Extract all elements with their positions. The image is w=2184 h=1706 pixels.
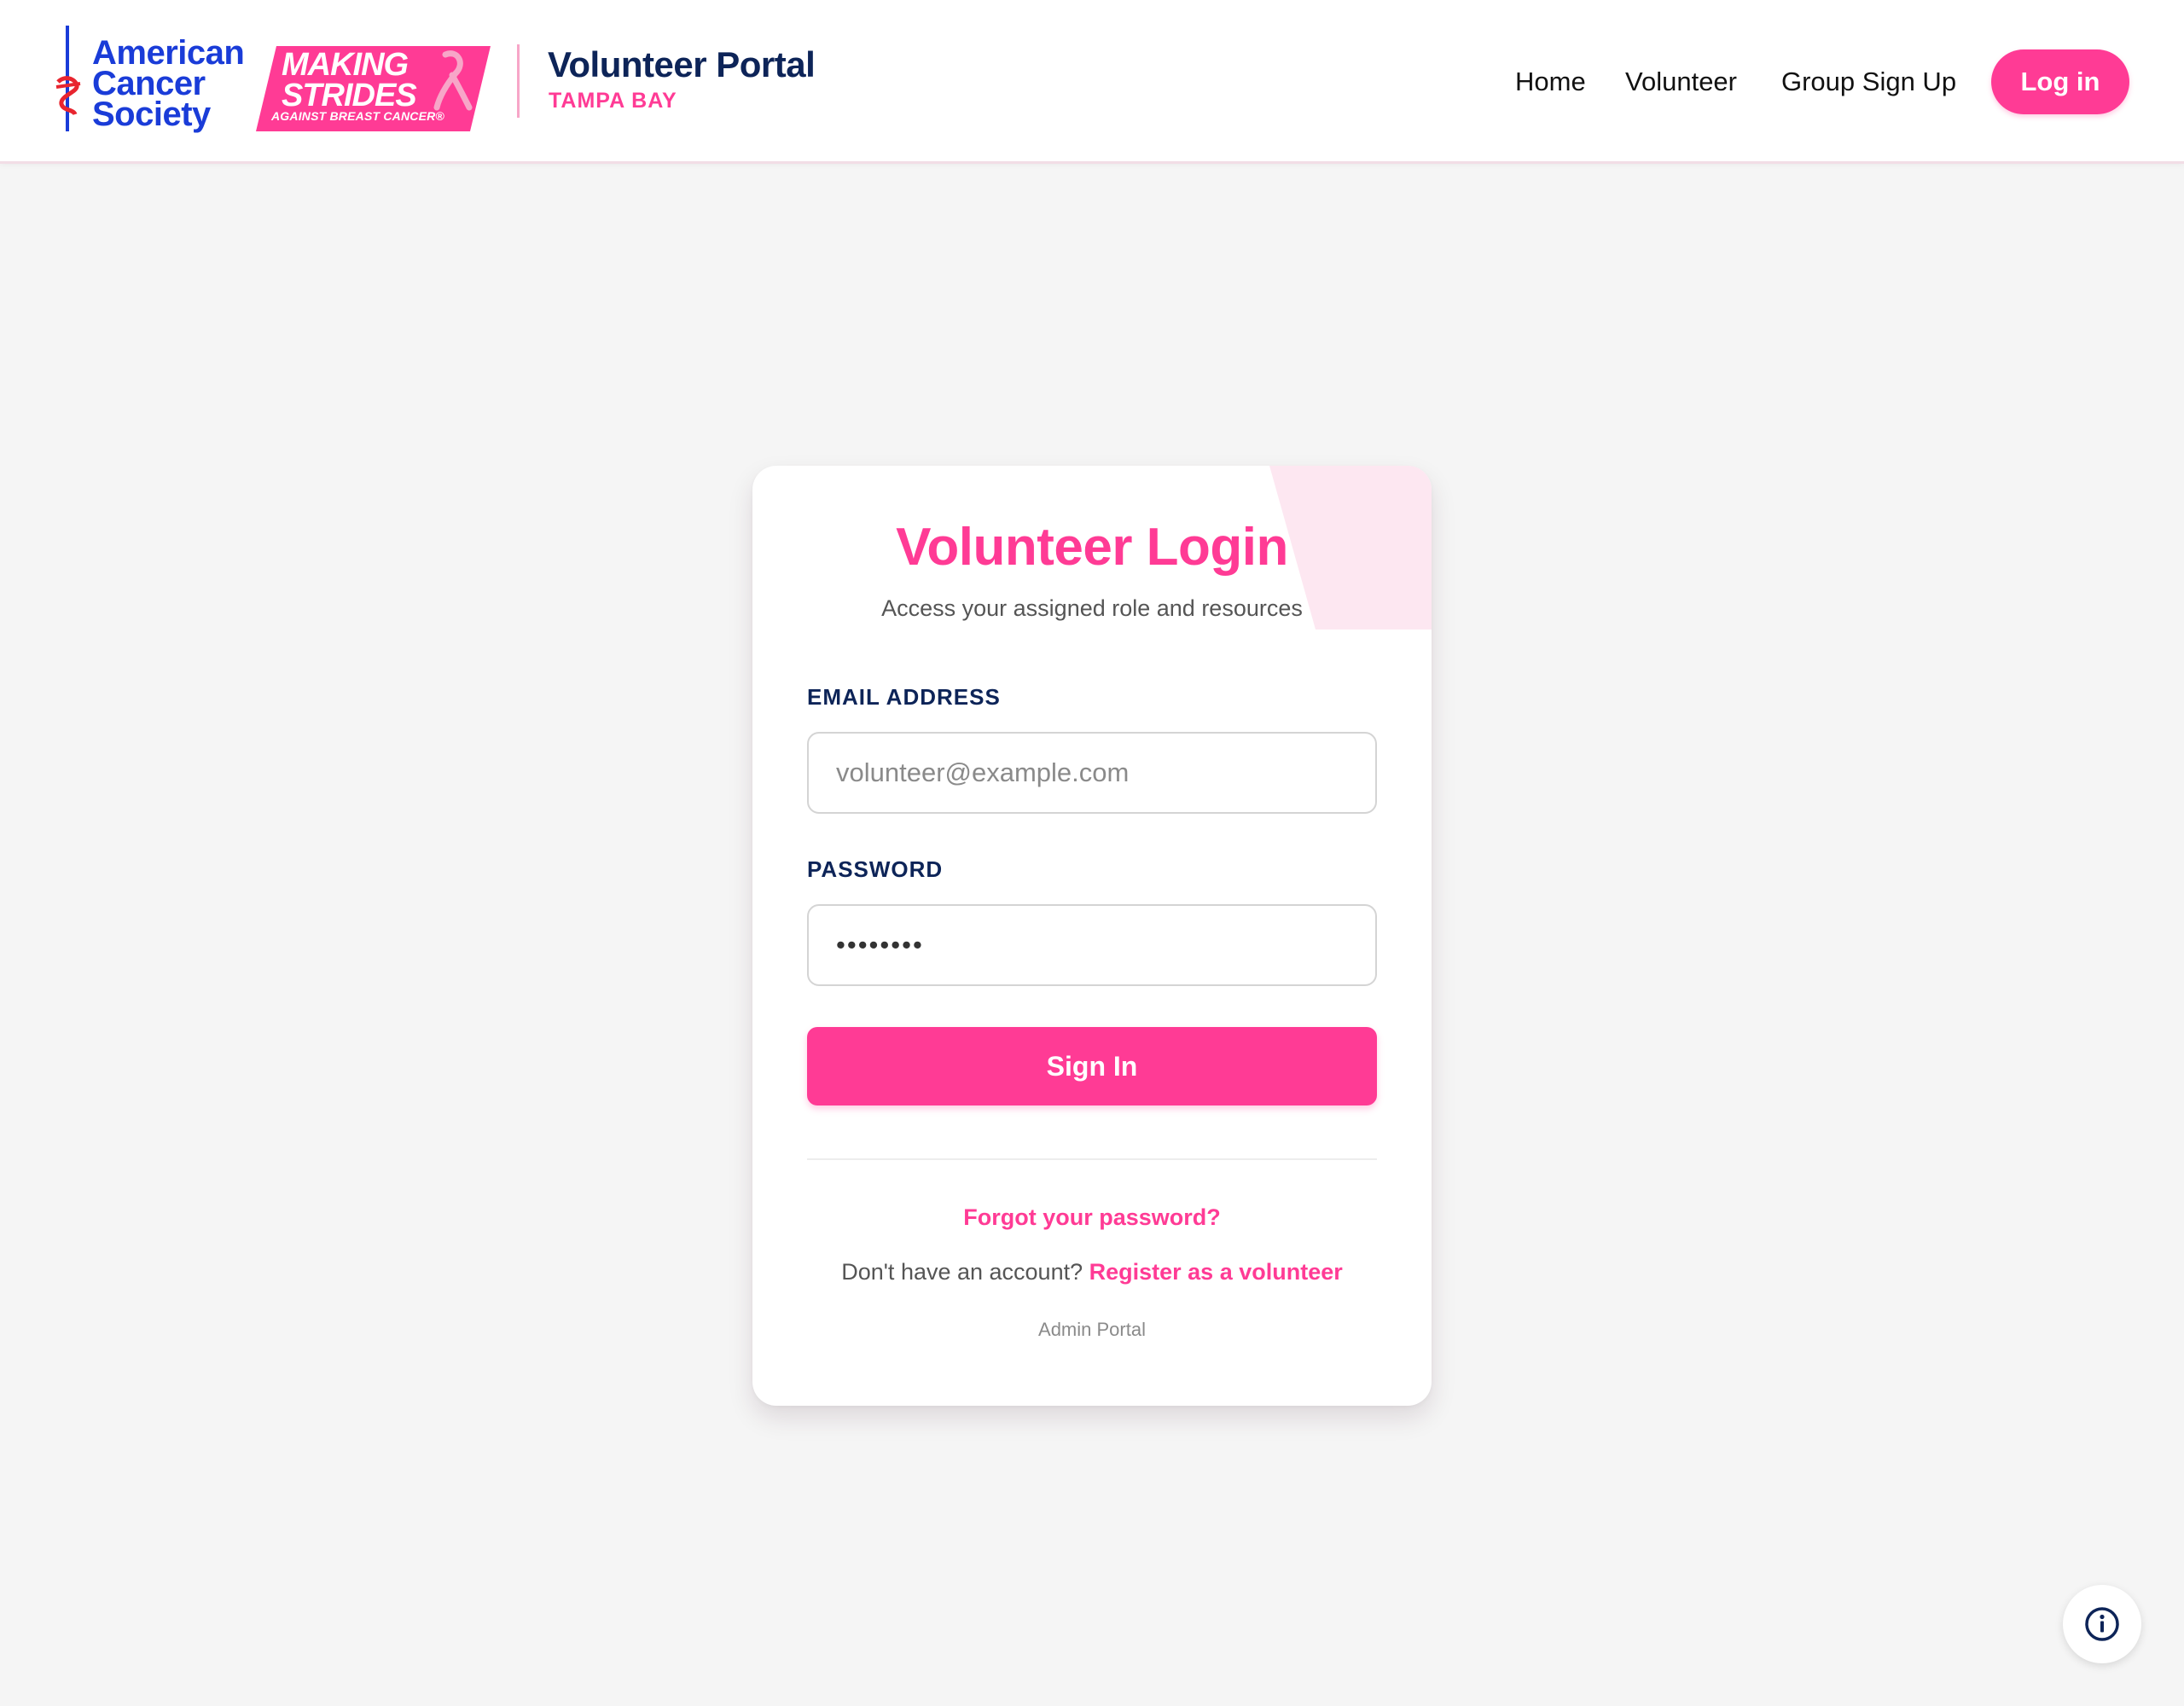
- acs-sword-icon: [55, 26, 81, 131]
- american-cancer-society-logo[interactable]: American Cancer Society: [51, 26, 256, 136]
- making-strides-tagline: AGAINST BREAST CANCER®: [271, 109, 444, 123]
- ms-word-1: MAKING: [282, 47, 409, 83]
- password-input[interactable]: [807, 904, 1377, 986]
- nav-volunteer[interactable]: Volunteer: [1625, 67, 1737, 97]
- making-strides-logo[interactable]: MAKING STRIDES AGAINST BREAST CANCER®: [256, 46, 491, 131]
- info-button[interactable]: [2063, 1585, 2141, 1663]
- email-label: EMAIL ADDRESS: [807, 684, 1001, 710]
- acs-word-1: American: [92, 34, 245, 72]
- header-divider: [517, 44, 520, 118]
- making-strides-wordmark: MAKING STRIDES: [282, 47, 417, 113]
- portal-location: TAMPA BAY: [549, 89, 677, 113]
- ms-word-2: STRIDES: [282, 78, 417, 113]
- acs-wordmark: American Cancer Society: [92, 34, 245, 133]
- admin-portal-link[interactable]: Admin Portal: [752, 1319, 1432, 1341]
- info-circle-icon: [2085, 1607, 2119, 1641]
- no-account-text: Don't have an account?: [841, 1259, 1083, 1285]
- password-label: PASSWORD: [807, 856, 944, 882]
- nav-home[interactable]: Home: [1515, 67, 1586, 97]
- nav-group-sign-up[interactable]: Group Sign Up: [1781, 67, 1956, 97]
- portal-title: Volunteer Portal: [548, 44, 816, 84]
- sign-in-button[interactable]: Sign In: [807, 1027, 1377, 1105]
- volunteer-login-card: Volunteer Login Access your assigned rol…: [752, 466, 1432, 1406]
- register-row: Don't have an account? Register as a vol…: [752, 1259, 1432, 1285]
- acs-word-2: Cancer: [92, 65, 206, 102]
- login-subtitle: Access your assigned role and resources: [881, 595, 1303, 621]
- header-login-button[interactable]: Log in: [1991, 49, 2129, 114]
- form-divider: [807, 1158, 1377, 1160]
- email-input[interactable]: [807, 732, 1377, 814]
- forgot-password-link[interactable]: Forgot your password?: [752, 1204, 1432, 1231]
- login-title: Volunteer Login: [896, 518, 1288, 577]
- acs-word-3: Society: [92, 96, 211, 133]
- register-volunteer-link[interactable]: Register as a volunteer: [1089, 1259, 1343, 1285]
- site-header: American Cancer Society MAKING STRIDES A…: [0, 0, 2184, 164]
